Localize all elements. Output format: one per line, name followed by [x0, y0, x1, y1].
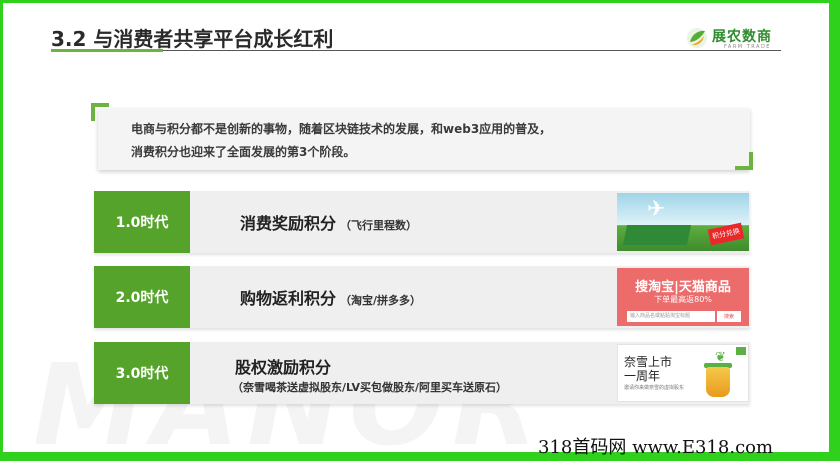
era-label-2: 2.0时代 [94, 266, 190, 328]
era-note-2: （淘宝/拼多多） [340, 294, 422, 307]
page-title: 3.2 与消费者共享平台成长红利 [51, 27, 334, 51]
thumbnail-promo: 下单最高返80% [654, 295, 712, 304]
thumbnail-caption: 邀请你来做奈雪的虚拟股东 [624, 385, 685, 391]
era-label-1: 1.0时代 [94, 191, 190, 253]
corner-bracket-bottom-right-vertical [749, 152, 753, 170]
thumbnail-badge: 积分兑换 [707, 222, 745, 246]
thumbnail-headline: 奈雪上市 一周年 [624, 355, 694, 383]
era-title-2: 购物返利积分 （淘宝/拼多多） [240, 285, 421, 309]
era-thumbnail-3: 奈雪上市 一周年 邀请你来做奈雪的虚拟股东 ❦ [617, 344, 749, 402]
era-row-1: 1.0时代 消费奖励积分 （飞行里程数） ✈ 积分兑换 [94, 191, 750, 253]
brand-logo: 展农数商 FARM TRADE [686, 25, 796, 51]
slide: MANOR 3.2 与消费者共享平台成长红利 展农数商 FARM TRADE 电… [3, 3, 829, 452]
era-subtitle-3: （奈雪喝茶送虚拟股东/LV买包做股东/阿里买车送原石） [232, 381, 508, 394]
intro-line-2: 消费积分也迎来了全面发展的第3个阶段。 [131, 145, 356, 159]
era-title-1: 消费奖励积分 （飞行里程数） [240, 210, 417, 234]
thumbnail-headline-line-2: 一周年 [624, 369, 661, 383]
era-row-2: 2.0时代 购物返利积分 （淘宝/拼多多） 搜淘宝|天猫商品 下单最高返80% 输… [94, 266, 750, 328]
intro-text: 电商与积分都不是创新的事物，随着区块链技术的发展，和web3应用的普及， 消费积… [131, 118, 731, 164]
thumbnail-panel [622, 225, 692, 245]
corner-tag-icon [736, 347, 746, 355]
corner-bracket-top-left-vertical [91, 103, 95, 121]
thumbnail-search-field: 输入商品名或粘贴淘宝标题 [627, 311, 715, 322]
era-title-text-1: 消费奖励积分 [240, 214, 337, 233]
era-thumbnail-2: 搜淘宝|天猫商品 下单最高返80% 输入商品名或粘贴淘宝标题 搜索 [617, 268, 749, 326]
site-watermark: 318首码网 www.E318.com [538, 437, 774, 458]
era-thumbnail-1: ✈ 积分兑换 [617, 193, 749, 251]
era-title-text-2: 购物返利积分 [240, 289, 337, 308]
era-label-3: 3.0时代 [94, 342, 190, 404]
era-row-3: 3.0时代 股权激励积分 （奈雪喝茶送虚拟股东/LV买包做股东/阿里买车送原石）… [94, 342, 750, 404]
intro-box: 电商与积分都不是创新的事物，随着区块链技术的发展，和web3应用的普及， 消费积… [98, 108, 750, 170]
era-title-text-3: 股权激励积分 [235, 358, 332, 377]
title-divider-accent [51, 49, 163, 52]
thumbnail-search-button: 搜索 [717, 311, 741, 322]
intro-line-1: 电商与积分都不是创新的事物，随着区块链技术的发展，和web3应用的普及， [131, 122, 552, 136]
airplane-icon: ✈ [647, 197, 666, 222]
era-title-3: 股权激励积分 [235, 354, 331, 378]
leaf-logo-icon [687, 28, 707, 48]
thumbnail-brand: 搜淘宝|天猫商品 [635, 280, 731, 295]
logo-subtitle: FARM TRADE [724, 44, 771, 50]
tea-cup-icon [706, 367, 730, 397]
thumbnail-headline-line-1: 奈雪上市 [624, 355, 673, 369]
era-note-1: （飞行里程数） [340, 219, 418, 232]
logo-name: 展农数商 [712, 29, 772, 45]
